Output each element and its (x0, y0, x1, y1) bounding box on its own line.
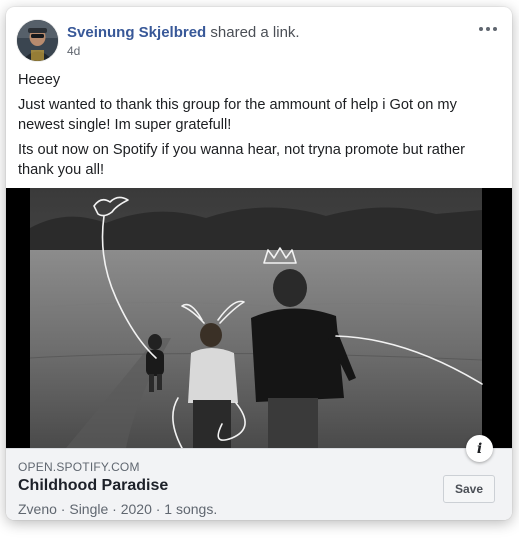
info-icon[interactable]: i (466, 435, 493, 462)
post-body: Heeey Just wanted to thank this group fo… (18, 70, 498, 185)
author-line: Sveinung Skjelbred shared a link. (67, 24, 300, 41)
avatar-image (17, 20, 58, 61)
post-header: Sveinung Skjelbred shared a link. 4d (6, 7, 512, 67)
dot (479, 27, 483, 31)
author-name[interactable]: Sveinung Skjelbred (67, 24, 206, 41)
post-action-text: shared a link. (206, 24, 300, 41)
save-button[interactable]: Save (443, 475, 495, 503)
album-cover-art (6, 188, 512, 448)
post-paragraph: Its out now on Spotify if you wanna hear… (18, 142, 465, 178)
link-domain: OPEN.SPOTIFY.COM (18, 460, 140, 474)
post-timestamp[interactable]: 4d (67, 44, 80, 58)
dot (493, 27, 497, 31)
link-title[interactable]: Childhood Paradise (18, 477, 168, 495)
post-card: Sveinung Skjelbred shared a link. 4d Hee… (6, 7, 512, 520)
link-preview-image[interactable] (6, 188, 512, 448)
dot (486, 27, 490, 31)
more-options-icon[interactable] (473, 19, 503, 39)
post-paragraph: Just wanted to thank this group for the … (18, 97, 457, 133)
post-paragraph: Heeey (18, 72, 61, 88)
link-description: Zveno · Single · 2020 · 1 songs. (18, 501, 218, 517)
link-preview-meta[interactable]: OPEN.SPOTIFY.COM Childhood Paradise Zven… (6, 448, 512, 520)
avatar[interactable] (17, 20, 58, 61)
